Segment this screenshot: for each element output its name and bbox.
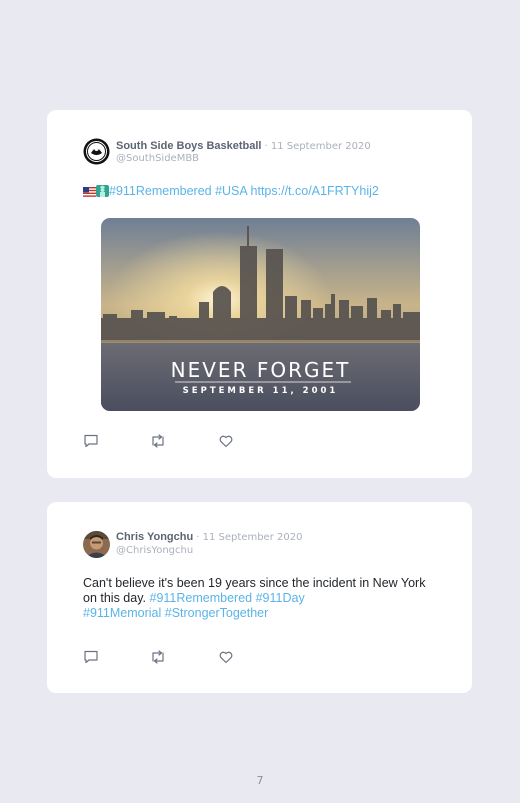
tweet-date: · 11 September 2020 [264,141,371,152]
like-icon[interactable] [218,649,234,665]
page-number: 7 [256,774,264,787]
reply-icon[interactable] [83,649,99,665]
tweet-text: Can't believe it's been 19 years since t… [83,576,433,621]
tweet-image[interactable]: NEVER FORGET SEPTEMBER 11, 2001 [101,218,420,411]
us-flag-icon [83,186,96,201]
image-subline: SEPTEMBER 11, 2001 [182,386,339,396]
hashtags[interactable]: #911Memorial #StrongerTogether [83,606,268,620]
tweet-card: Chris Yongchu · 11 September 2020 @Chris… [47,502,472,693]
tweet-date: · 11 September 2020 [196,532,303,543]
tweet-card: South Side Boys Basketball · 11 Septembe… [47,110,472,478]
author-line: Chris Yongchu · 11 September 2020 [116,531,302,543]
retweet-icon[interactable] [150,649,166,665]
avatar[interactable] [83,531,110,558]
author-handle[interactable]: @SouthSideMBB [116,153,199,164]
retweet-icon[interactable] [150,433,166,449]
author-line: South Side Boys Basketball · 11 Septembe… [116,140,371,152]
like-icon[interactable] [218,433,234,449]
tweet-link[interactable]: https://t.co/A1FRTYhij2 [251,184,379,198]
tweet-text: #911Remembered #USA https://t.co/A1FRTYh… [83,184,433,201]
tweet-actions [83,649,243,665]
hashtags[interactable]: #911Remembered #USA [109,184,247,198]
statue-of-liberty-icon [96,185,109,201]
avatar[interactable] [83,138,110,165]
tweet-actions [83,433,243,449]
hashtags[interactable]: #911Remembered #911Day [150,591,305,605]
author-handle[interactable]: @ChrisYongchu [116,545,193,556]
author-name[interactable]: Chris Yongchu [116,531,193,543]
reply-icon[interactable] [83,433,99,449]
image-headline: NEVER FORGET [170,358,351,382]
author-name[interactable]: South Side Boys Basketball [116,140,261,152]
